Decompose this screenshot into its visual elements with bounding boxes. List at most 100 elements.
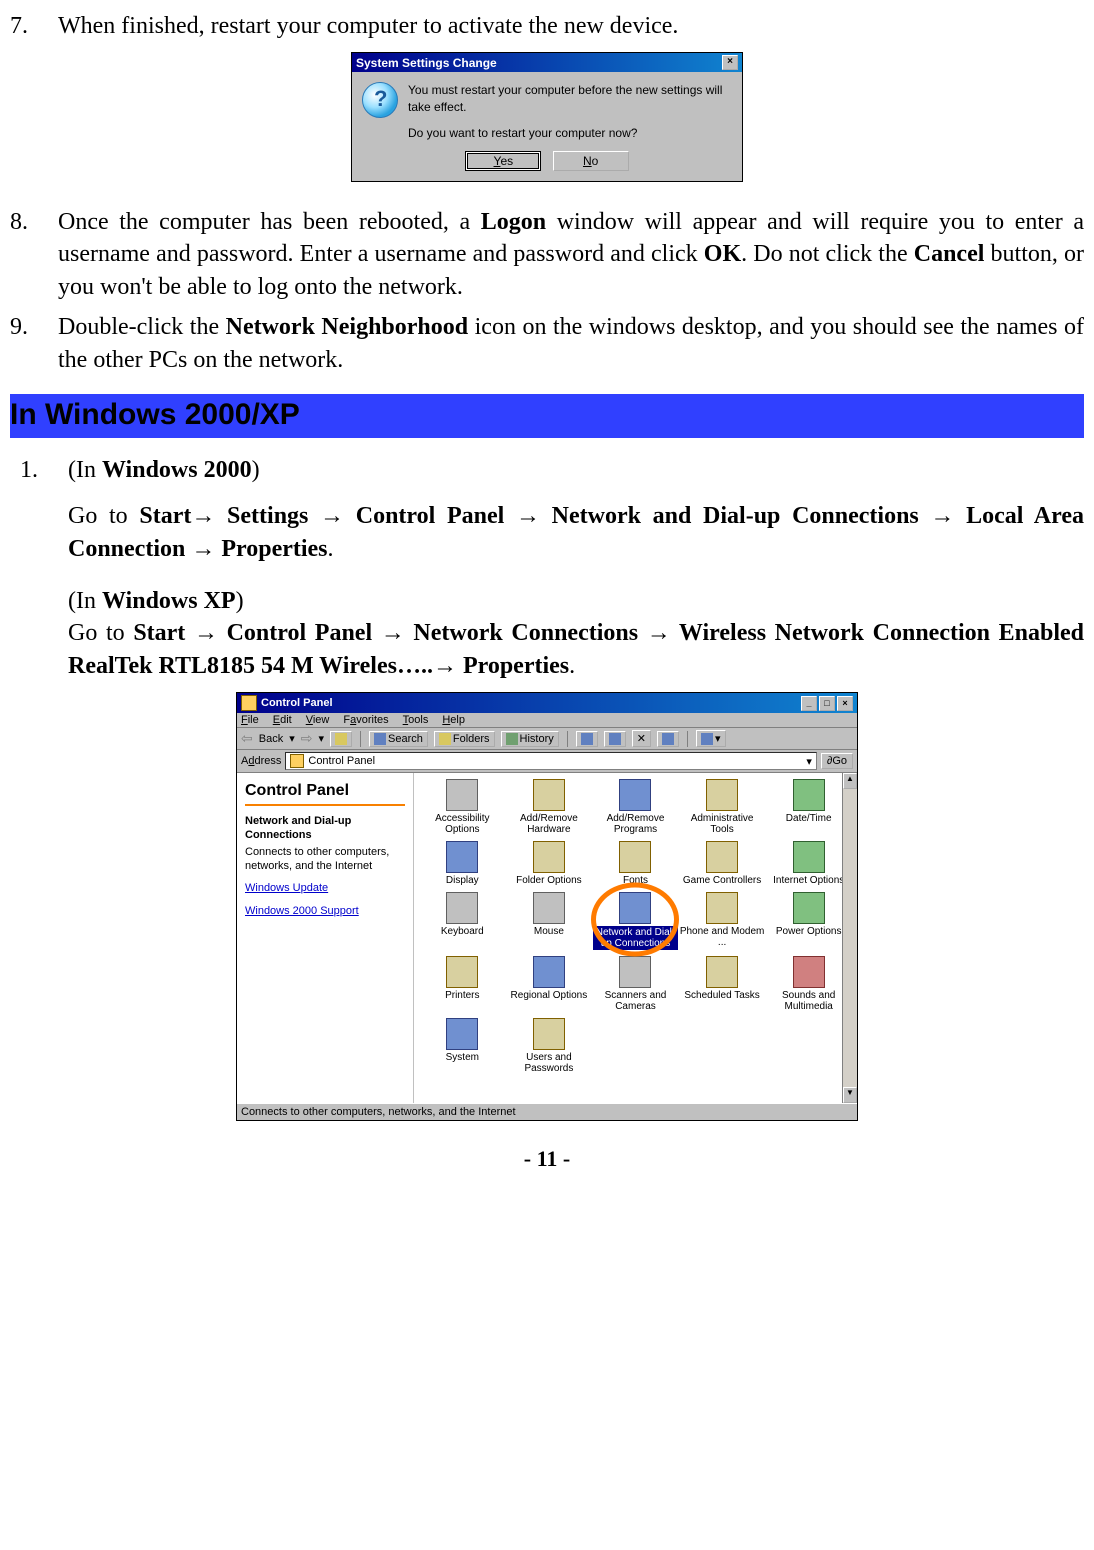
dialog-title: System Settings Change (356, 56, 497, 70)
tool-icon (662, 733, 674, 745)
cp-item-icon (793, 892, 825, 924)
cp-left-head: Network and Dial-up Connections (245, 814, 405, 843)
views-icon (701, 733, 713, 745)
close-button[interactable]: × (837, 696, 853, 711)
cp-item[interactable]: Display (420, 841, 505, 886)
tool-btn-3[interactable]: ✕ (632, 730, 651, 747)
cp-left-desc: Connects to other computers, networks, a… (245, 845, 405, 874)
cp-item-icon (533, 841, 565, 873)
cp-item-label: Add/Remove Programs (593, 813, 678, 835)
cp-item[interactable]: Add/Remove Programs (593, 779, 678, 835)
close-icon[interactable]: × (722, 55, 738, 70)
menu-file[interactable]: File (241, 714, 259, 726)
cp-item[interactable]: Game Controllers (680, 841, 765, 886)
cp-item[interactable]: Regional Options (507, 956, 592, 1012)
search-button[interactable]: Search (369, 731, 428, 747)
cp-item[interactable]: Administrative Tools (680, 779, 765, 835)
cp-item[interactable]: Printers (420, 956, 505, 1012)
cp-item-icon (706, 956, 738, 988)
cp-item-icon (619, 779, 651, 811)
tool-icon (581, 733, 593, 745)
forward-arrow-icon[interactable]: ⇨ (301, 730, 313, 747)
back-dropdown-icon[interactable]: ▾ (289, 732, 295, 745)
tool-btn-4[interactable] (657, 731, 679, 747)
back-label[interactable]: Back (259, 733, 283, 745)
cp-item[interactable]: Keyboard (420, 892, 505, 950)
system-settings-dialog: System Settings Change × You must restar… (351, 52, 743, 182)
tool-btn-1[interactable] (576, 731, 598, 747)
cp-item-label: Power Options (776, 926, 842, 937)
step-9: 9. Double-click the Network Neighborhood… (10, 311, 1084, 376)
cp-item[interactable]: Accessibility Options (420, 779, 505, 835)
cp-item[interactable]: Phone and Modem ... (680, 892, 765, 950)
cp-item[interactable]: Sounds and Multimedia (766, 956, 851, 1012)
cp-item-label: Scanners and Cameras (593, 990, 678, 1012)
cp-title-left: Control Panel (241, 695, 333, 711)
cp-item[interactable]: Internet Options (766, 841, 851, 886)
cp-menubar: File Edit View Favorites Tools Help (237, 713, 857, 728)
maximize-button[interactable]: □ (819, 696, 835, 711)
cp-item-icon (446, 956, 478, 988)
cp-item-label: Game Controllers (683, 875, 761, 886)
menu-help[interactable]: Help (442, 714, 465, 726)
menu-view[interactable]: View (306, 714, 330, 726)
windows-update-link[interactable]: Windows Update (245, 881, 405, 895)
cp-item-icon (619, 956, 651, 988)
back-arrow-icon[interactable]: ⇦ (241, 730, 253, 747)
cp-left-title: Control Panel (245, 781, 405, 806)
dialog-titlebar: System Settings Change × (352, 53, 742, 72)
yes-button[interactable]: Yes (465, 151, 541, 171)
cp-item[interactable]: Fonts (593, 841, 678, 886)
cp-item-icon (706, 841, 738, 873)
cp-item[interactable]: Mouse (507, 892, 592, 950)
up-button[interactable] (330, 731, 352, 747)
cp-item-icon (533, 956, 565, 988)
step-1-wxp-head: (In Windows XP) (68, 585, 1084, 617)
views-button[interactable]: ▾ (696, 730, 726, 747)
cp-item[interactable]: Date/Time (766, 779, 851, 835)
cp-item-label: Folder Options (516, 875, 582, 886)
step-8-num: 8. (10, 206, 58, 303)
cp-item[interactable]: Folder Options (507, 841, 592, 886)
cp-item-icon (619, 841, 651, 873)
tool-btn-2[interactable] (604, 731, 626, 747)
menu-favorites[interactable]: Favorites (343, 714, 388, 726)
step-1-w2000-path: Go to Start→ Settings → Control Panel → … (68, 500, 1084, 565)
go-button[interactable]: ∂Go (821, 753, 853, 769)
menu-edit[interactable]: Edit (273, 714, 292, 726)
cp-item[interactable]: Network and Dial-up Connections (593, 892, 678, 950)
cp-addressbar: Address Control Panel ▾ ∂Go (237, 750, 857, 773)
cp-item-icon (446, 841, 478, 873)
minimize-button[interactable]: _ (801, 696, 817, 711)
cp-item[interactable]: Scheduled Tasks (680, 956, 765, 1012)
cp-item[interactable]: System (420, 1018, 505, 1074)
cp-item-icon (446, 779, 478, 811)
cp-item-icon (533, 1018, 565, 1050)
cp-icon-grid: Accessibility OptionsAdd/Remove Hardware… (414, 773, 857, 1080)
cp-statusbar: Connects to other computers, networks, a… (237, 1103, 857, 1120)
cp-item[interactable]: Users and Passwords (507, 1018, 592, 1074)
scroll-up-button[interactable]: ▲ (843, 773, 857, 789)
history-button[interactable]: History (501, 731, 559, 747)
folders-button[interactable]: Folders (434, 731, 495, 747)
cp-item-icon (793, 841, 825, 873)
cp-scrollbar[interactable]: ▲ ▼ (842, 773, 857, 1103)
no-button[interactable]: No (553, 151, 629, 171)
cp-item[interactable]: Power Options (766, 892, 851, 950)
cp-item[interactable]: Add/Remove Hardware (507, 779, 592, 835)
cp-item-label: Scheduled Tasks (684, 990, 759, 1001)
step-1-head: (In Windows 2000) (68, 454, 1084, 486)
cp-title: Control Panel (261, 697, 333, 709)
windows-2000-support-link[interactable]: Windows 2000 Support (245, 904, 405, 918)
forward-dropdown-icon[interactable]: ▾ (318, 732, 324, 745)
dialog-line1: You must restart your computer before th… (408, 82, 732, 114)
step-1: 1. (In Windows 2000) (20, 454, 1084, 486)
address-dropdown-icon[interactable]: ▾ (806, 755, 812, 768)
toolbar-sep-3 (687, 731, 688, 747)
cp-item-label: Internet Options (773, 875, 844, 886)
cp-item[interactable]: Scanners and Cameras (593, 956, 678, 1012)
address-field[interactable]: Control Panel ▾ (285, 752, 817, 770)
page-number: - 11 - (10, 1146, 1084, 1172)
menu-tools[interactable]: Tools (403, 714, 429, 726)
scroll-down-button[interactable]: ▼ (843, 1087, 857, 1103)
